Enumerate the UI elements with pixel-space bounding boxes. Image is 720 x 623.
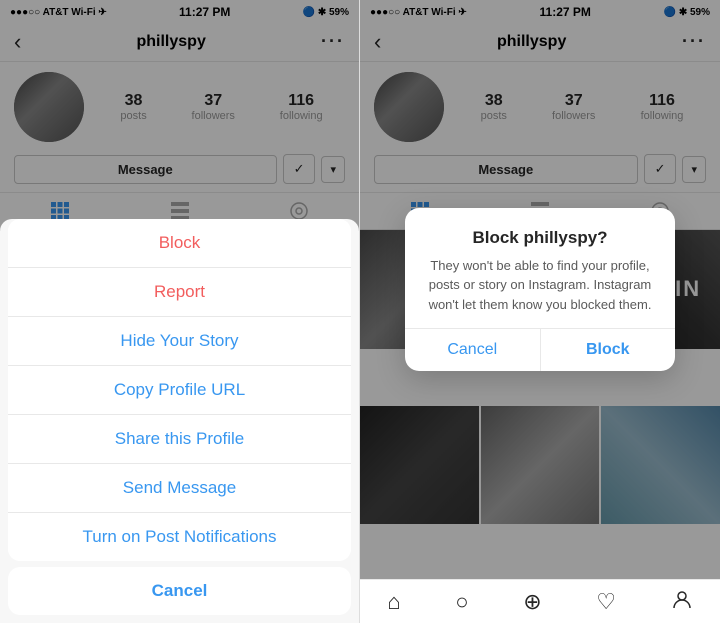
action-hide-story[interactable]: Hide Your Story xyxy=(8,317,351,366)
tab-add-icon[interactable]: ⊕ xyxy=(523,589,541,615)
tab-home-icon[interactable]: ⌂ xyxy=(387,589,400,615)
tab-bar-right: ⌂ ○ ⊕ ♡ xyxy=(360,579,720,623)
block-dialog-overlay: Block phillyspy? They won't be able to f… xyxy=(360,0,720,579)
dialog-body: They won't be able to find your profile,… xyxy=(421,256,659,315)
tab-heart-icon[interactable]: ♡ xyxy=(596,589,616,615)
dialog-block-button[interactable]: Block xyxy=(541,329,676,371)
left-panel: ●●●○○ AT&T Wi-Fi ✈ 11:27 PM 🔵 ✱ 59% ‹ ph… xyxy=(0,0,360,623)
dialog-cancel-button[interactable]: Cancel xyxy=(405,329,541,371)
right-panel: ●●●○○ AT&T Wi-Fi ✈ 11:27 PM 🔵 ✱ 59% ‹ ph… xyxy=(360,0,720,623)
action-block[interactable]: Block xyxy=(8,219,351,268)
tab-search-icon[interactable]: ○ xyxy=(455,589,468,615)
action-sheet-overlay: Block Report Hide Your Story Copy Profil… xyxy=(0,0,359,623)
dialog-title: Block phillyspy? xyxy=(421,228,659,248)
dialog-buttons: Cancel Block xyxy=(405,328,675,371)
action-share-profile[interactable]: Share this Profile xyxy=(8,415,351,464)
action-post-notifications[interactable]: Turn on Post Notifications xyxy=(8,513,351,561)
action-sheet: Block Report Hide Your Story Copy Profil… xyxy=(0,219,359,623)
action-sheet-items: Block Report Hide Your Story Copy Profil… xyxy=(8,219,351,561)
block-dialog: Block phillyspy? They won't be able to f… xyxy=(405,208,675,372)
tab-profile-icon[interactable] xyxy=(671,588,693,616)
dialog-content: Block phillyspy? They won't be able to f… xyxy=(405,208,675,329)
action-send-message[interactable]: Send Message xyxy=(8,464,351,513)
action-report[interactable]: Report xyxy=(8,268,351,317)
action-copy-url[interactable]: Copy Profile URL xyxy=(8,366,351,415)
action-cancel-button[interactable]: Cancel xyxy=(8,567,351,615)
